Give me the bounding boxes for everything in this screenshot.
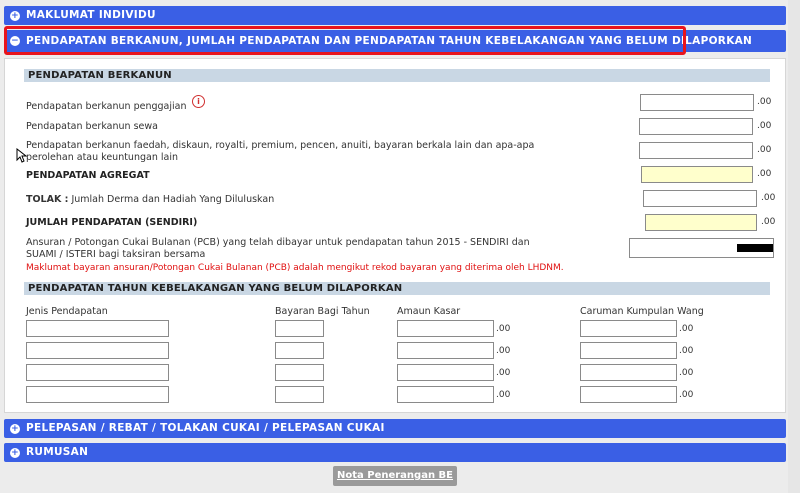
expand-icon: + — [10, 423, 20, 434]
input-jenis[interactable] — [26, 342, 169, 359]
tolak-text: Jumlah Derma dan Hadiah Yang Diluluskan — [71, 194, 275, 205]
decimal-jumlah: .00 — [761, 217, 776, 227]
input-bayaran[interactable] — [275, 320, 324, 337]
label-agregat: PENDAPATAN AGREGAT — [26, 170, 150, 181]
kebelakangan-heading: PENDAPATAN TAHUN KEBELAKANGAN YANG BELUM… — [24, 282, 770, 295]
input-sewa[interactable] — [639, 118, 753, 135]
col-amaun: Amaun Kasar — [397, 306, 461, 317]
section-title: PENDAPATAN BERKANUN, JUMLAH PENDAPATAN D… — [26, 35, 753, 47]
decimal-caruman: .00 — [679, 390, 694, 400]
nota-penerangan-button[interactable]: Nota Penerangan BE — [333, 466, 457, 486]
decimal-caruman: .00 — [679, 368, 694, 378]
decimal-amaun: .00 — [496, 324, 511, 334]
section-title: PELEPASAN / REBAT / TOLAKAN CUKAI / PELE… — [26, 422, 385, 434]
section-pelepasan[interactable]: + PELEPASAN / REBAT / TOLAKAN CUKAI / PE… — [4, 419, 786, 438]
section-title: MAKLUMAT INDIVIDU — [26, 9, 156, 21]
input-caruman[interactable] — [580, 320, 677, 337]
input-amaun[interactable] — [397, 320, 494, 337]
input-caruman[interactable] — [580, 364, 677, 381]
label-pcb-line1: Ansuran / Potongan Cukai Bulanan (PCB) y… — [26, 237, 530, 248]
input-amaun[interactable] — [397, 364, 494, 381]
decimal-sewa: .00 — [757, 121, 772, 131]
section-rumusan[interactable]: + RUMUSAN — [4, 443, 786, 462]
decimal-caruman: .00 — [679, 346, 694, 356]
input-caruman[interactable] — [580, 386, 677, 403]
input-caruman[interactable] — [580, 342, 677, 359]
decimal-amaun: .00 — [496, 346, 511, 356]
input-gaji[interactable] — [640, 94, 754, 111]
label-sewa: Pendapatan berkanun sewa — [26, 121, 158, 132]
col-jenis: Jenis Pendapatan — [26, 306, 108, 317]
input-amaun[interactable] — [397, 386, 494, 403]
expand-icon: + — [10, 10, 20, 21]
input-bayaran[interactable] — [275, 342, 324, 359]
cursor-icon — [16, 147, 28, 167]
col-caruman: Caruman Kumpulan Wang — [580, 306, 704, 317]
tolak-prefix: TOLAK : — [26, 194, 69, 205]
decimal-tolak: .00 — [761, 193, 776, 203]
label-tolak: TOLAK : Jumlah Derma dan Hadiah Yang Dil… — [26, 194, 274, 205]
collapse-icon: − — [10, 36, 20, 46]
decimal-gaji: .00 — [757, 97, 772, 107]
label-faedah-line2: perolehan atau keuntungan lain — [26, 152, 178, 163]
input-bayaran[interactable] — [275, 364, 324, 381]
redacted-value — [737, 244, 773, 252]
input-tolak[interactable] — [643, 190, 757, 207]
input-amaun[interactable] — [397, 342, 494, 359]
label-faedah-line1: Pendapatan berkanun faedah, diskaun, roy… — [26, 140, 535, 151]
pcb-notice: Maklumat bayaran ansuran/Potongan Cukai … — [26, 263, 564, 273]
decimal-amaun: .00 — [496, 368, 511, 378]
input-jenis[interactable] — [26, 320, 169, 337]
input-faedah[interactable] — [639, 142, 753, 159]
input-bayaran[interactable] — [275, 386, 324, 403]
label-gaji: Pendapatan berkanun penggajian — [26, 101, 187, 112]
section-pendapatan[interactable]: − PENDAPATAN BERKANUN, JUMLAH PENDAPATAN… — [4, 30, 786, 52]
decimal-amaun: .00 — [496, 390, 511, 400]
label-jumlah: JUMLAH PENDAPATAN (SENDIRI) — [26, 217, 198, 228]
berkanun-heading: PENDAPATAN BERKANUN — [24, 69, 770, 82]
page-scrollbar[interactable] — [788, 0, 800, 493]
decimal-agregat: .00 — [757, 169, 772, 179]
input-jumlah — [645, 214, 757, 231]
info-icon[interactable]: i — [192, 95, 205, 108]
col-bayaran: Bayaran Bagi Tahun — [275, 306, 370, 317]
decimal-caruman: .00 — [679, 324, 694, 334]
input-jenis[interactable] — [26, 364, 169, 381]
expand-icon: + — [10, 447, 20, 458]
input-pcb — [629, 238, 774, 258]
input-jenis[interactable] — [26, 386, 169, 403]
label-pcb-line2: SUAMI / ISTERI bagi taksiran bersama — [26, 249, 206, 260]
section-title: RUMUSAN — [26, 446, 89, 458]
decimal-faedah: .00 — [757, 145, 772, 155]
section-maklumat-individu[interactable]: + MAKLUMAT INDIVIDU — [4, 6, 786, 25]
input-agregat — [641, 166, 753, 183]
